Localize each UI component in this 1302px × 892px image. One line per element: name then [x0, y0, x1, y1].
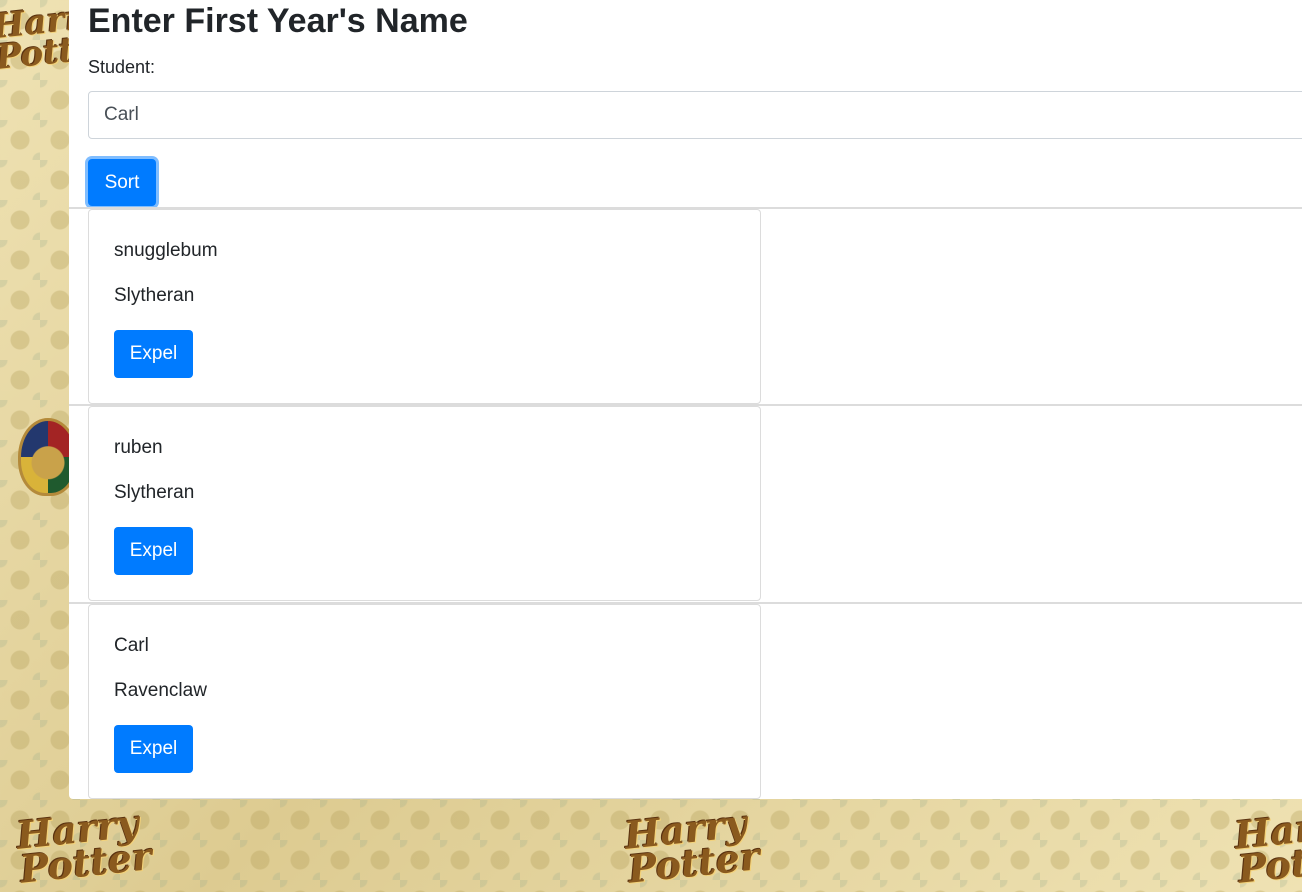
- harry-potter-logo-bottom-left: Harry Potter: [14, 800, 154, 892]
- student-card: Carl Ravenclaw Expel: [88, 604, 761, 799]
- harry-potter-logo-bottom-center: Harry Potter: [622, 800, 762, 892]
- student-name: snugglebum: [114, 240, 218, 261]
- harry-potter-logo-bottom-right: Harry Potter: [1232, 800, 1302, 892]
- page-title: Enter First Year's Name: [88, 2, 468, 40]
- student-label: Student:: [88, 57, 156, 77]
- student-house: Slytheran: [114, 482, 195, 503]
- expel-button[interactable]: Expel: [114, 527, 193, 575]
- expel-button[interactable]: Expel: [114, 725, 193, 773]
- student-name: Carl: [114, 635, 149, 656]
- expel-button[interactable]: Expel: [114, 330, 193, 378]
- main-panel: Enter First Year's Name Student: Sort sn…: [69, 0, 1302, 799]
- student-card: ruben Slytheran Expel: [88, 406, 761, 601]
- student-house: Ravenclaw: [114, 680, 207, 701]
- student-name: ruben: [114, 437, 163, 458]
- student-input[interactable]: [88, 91, 1302, 139]
- student-card: snugglebum Slytheran Expel: [88, 209, 761, 404]
- student-house: Slytheran: [114, 285, 195, 306]
- sort-button[interactable]: Sort: [88, 159, 156, 206]
